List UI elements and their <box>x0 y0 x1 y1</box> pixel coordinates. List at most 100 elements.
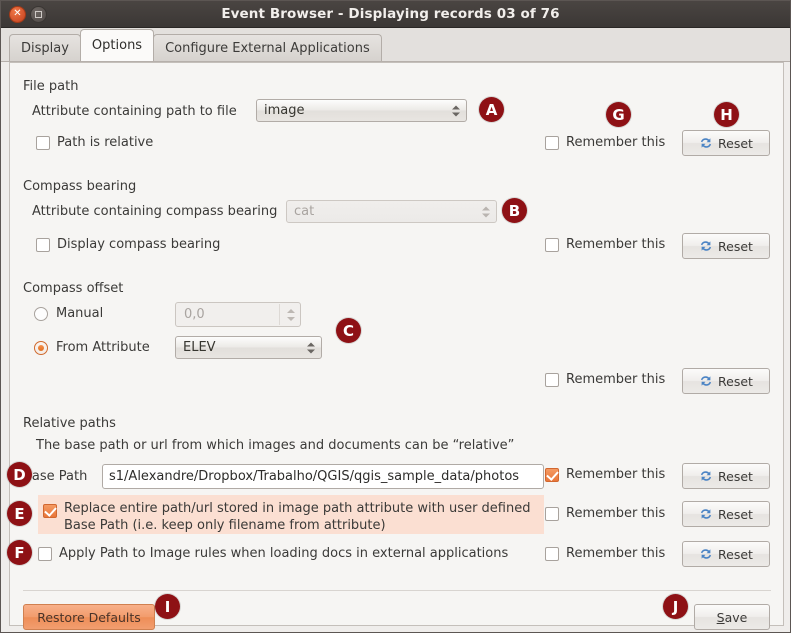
checkbox-remember-replace-path[interactable]: Remember this <box>545 506 665 521</box>
checkbox-icon <box>545 547 559 561</box>
label-base-path: Base Path <box>23 469 87 484</box>
save-button-label: ave <box>725 610 748 625</box>
refresh-icon <box>699 239 713 253</box>
reset-button-file-path[interactable]: Reset <box>682 130 770 156</box>
tab-display[interactable]: Display <box>9 34 81 61</box>
reset-button-apply-rules[interactable]: Reset <box>682 541 770 567</box>
window-buttons: ✕ <box>9 6 47 23</box>
checkbox-display-compass-bearing[interactable]: Display compass bearing <box>36 237 220 252</box>
combo-attribute-path-to-file-value: image <box>264 103 305 118</box>
checkbox-remember-file-path-label: Remember this <box>566 135 665 150</box>
reset-button-compass-bearing-label: Reset <box>718 239 753 254</box>
badge-a: A <box>479 97 504 122</box>
checkbox-remember-base-path[interactable]: Remember this <box>545 467 665 482</box>
radio-from-attribute-label: From Attribute <box>56 340 150 355</box>
spinbox-manual-offset-value: 0,0 <box>184 307 205 322</box>
chevron-updown-icon <box>452 105 460 116</box>
badge-j: J <box>663 594 688 619</box>
checkbox-replace-entire-path-label-line2: Base Path (i.e. keep only filename from … <box>64 517 386 534</box>
reset-button-replace-path-label: Reset <box>718 507 753 522</box>
checkbox-display-compass-bearing-label: Display compass bearing <box>57 237 220 252</box>
checkbox-icon <box>545 136 559 150</box>
checkbox-icon <box>545 507 559 521</box>
badge-d: D <box>7 462 32 487</box>
checkbox-path-is-relative-label: Path is relative <box>57 135 153 150</box>
badge-i: I <box>155 594 180 619</box>
spinbox-manual-offset[interactable]: 0,0 <box>175 302 301 327</box>
save-button-mnemonic: S <box>717 610 725 625</box>
save-button[interactable]: Save <box>694 604 770 630</box>
reset-button-compass-offset-label: Reset <box>718 374 753 389</box>
reset-button-base-path-label: Reset <box>718 469 753 484</box>
radio-manual-label: Manual <box>56 306 103 321</box>
radio-manual[interactable]: Manual <box>34 306 103 321</box>
label-attribute-path-to-file: Attribute containing path to file <box>32 104 237 119</box>
checkbox-icon <box>36 136 50 150</box>
chevron-updown-icon <box>307 342 315 353</box>
maximize-icon[interactable] <box>30 6 47 23</box>
checkbox-remember-replace-path-label: Remember this <box>566 506 665 521</box>
tab-options[interactable]: Options <box>80 29 154 61</box>
checkbox-remember-compass-offset-label: Remember this <box>566 372 665 387</box>
reset-button-base-path[interactable]: Reset <box>682 463 770 489</box>
combo-attribute-compass-bearing-value: cat <box>294 204 314 219</box>
options-panel: File path Attribute containing path to f… <box>9 62 784 626</box>
reset-button-file-path-label: Reset <box>718 136 753 151</box>
group-label-file-path: File path <box>23 79 78 94</box>
refresh-icon <box>699 469 713 483</box>
refresh-icon <box>699 374 713 388</box>
checkbox-replace-entire-path-label-line1: Replace entire path/url stored in image … <box>64 500 530 517</box>
restore-defaults-button[interactable]: Restore Defaults <box>23 604 155 630</box>
combo-offset-attribute-value: ELEV <box>183 340 216 355</box>
checkbox-remember-compass-offset[interactable]: Remember this <box>545 372 665 387</box>
checkbox-apply-path-rules[interactable]: Apply Path to Image rules when loading d… <box>38 546 508 561</box>
badge-f: F <box>7 540 32 565</box>
checkbox-remember-base-path-label: Remember this <box>566 467 665 482</box>
window-title: Event Browser - Displaying records 03 of… <box>47 6 734 22</box>
checkbox-remember-compass-bearing-label: Remember this <box>566 237 665 252</box>
refresh-icon <box>699 547 713 561</box>
checkbox-remember-apply-rules[interactable]: Remember this <box>545 546 665 561</box>
badge-h: H <box>714 102 739 127</box>
radio-icon <box>34 341 48 355</box>
relative-paths-description: The base path or url from which images a… <box>36 438 514 453</box>
checkbox-apply-path-rules-label: Apply Path to Image rules when loading d… <box>59 546 508 561</box>
chevron-updown-icon <box>287 309 295 321</box>
checkbox-remember-file-path[interactable]: Remember this <box>545 135 665 150</box>
group-label-compass-bearing: Compass bearing <box>23 179 136 194</box>
badge-b: B <box>502 198 527 223</box>
checkbox-icon <box>36 238 50 252</box>
checkbox-path-is-relative[interactable]: Path is relative <box>36 135 153 150</box>
reset-button-compass-offset[interactable]: Reset <box>682 368 770 394</box>
checkbox-icon <box>545 373 559 387</box>
checkbox-remember-apply-rules-label: Remember this <box>566 546 665 561</box>
chevron-updown-icon <box>482 206 490 217</box>
combo-attribute-path-to-file[interactable]: image <box>256 99 467 122</box>
title-bar: ✕ Event Browser - Displaying records 03 … <box>1 1 790 28</box>
badge-g: G <box>606 102 631 127</box>
checkbox-replace-entire-path[interactable] <box>43 504 57 518</box>
base-path-input[interactable]: s1/Alexandre/Dropbox/Trabalho/QGIS/qgis_… <box>102 464 544 489</box>
reset-button-apply-rules-label: Reset <box>718 547 753 562</box>
checkbox-icon <box>545 468 559 482</box>
group-label-relative-paths: Relative paths <box>23 416 116 431</box>
combo-attribute-compass-bearing[interactable]: cat <box>286 200 497 223</box>
footer-separator <box>23 590 771 591</box>
refresh-icon <box>699 507 713 521</box>
checkbox-remember-compass-bearing[interactable]: Remember this <box>545 237 665 252</box>
combo-offset-attribute[interactable]: ELEV <box>175 336 322 359</box>
checkbox-icon <box>38 547 52 561</box>
close-icon[interactable]: ✕ <box>9 6 26 23</box>
tab-bar: Display Options Configure External Appli… <box>1 28 790 62</box>
reset-button-replace-path[interactable]: Reset <box>682 501 770 527</box>
badge-c: C <box>336 318 361 343</box>
label-attribute-compass-bearing: Attribute containing compass bearing <box>32 204 277 219</box>
checkbox-icon <box>545 238 559 252</box>
badge-e: E <box>7 501 32 526</box>
event-browser-window: ✕ Event Browser - Displaying records 03 … <box>0 0 791 633</box>
reset-button-compass-bearing[interactable]: Reset <box>682 233 770 259</box>
radio-from-attribute[interactable]: From Attribute <box>34 340 150 355</box>
refresh-icon <box>699 136 713 150</box>
radio-icon <box>34 307 48 321</box>
tab-configure-external-applications[interactable]: Configure External Applications <box>153 34 382 61</box>
